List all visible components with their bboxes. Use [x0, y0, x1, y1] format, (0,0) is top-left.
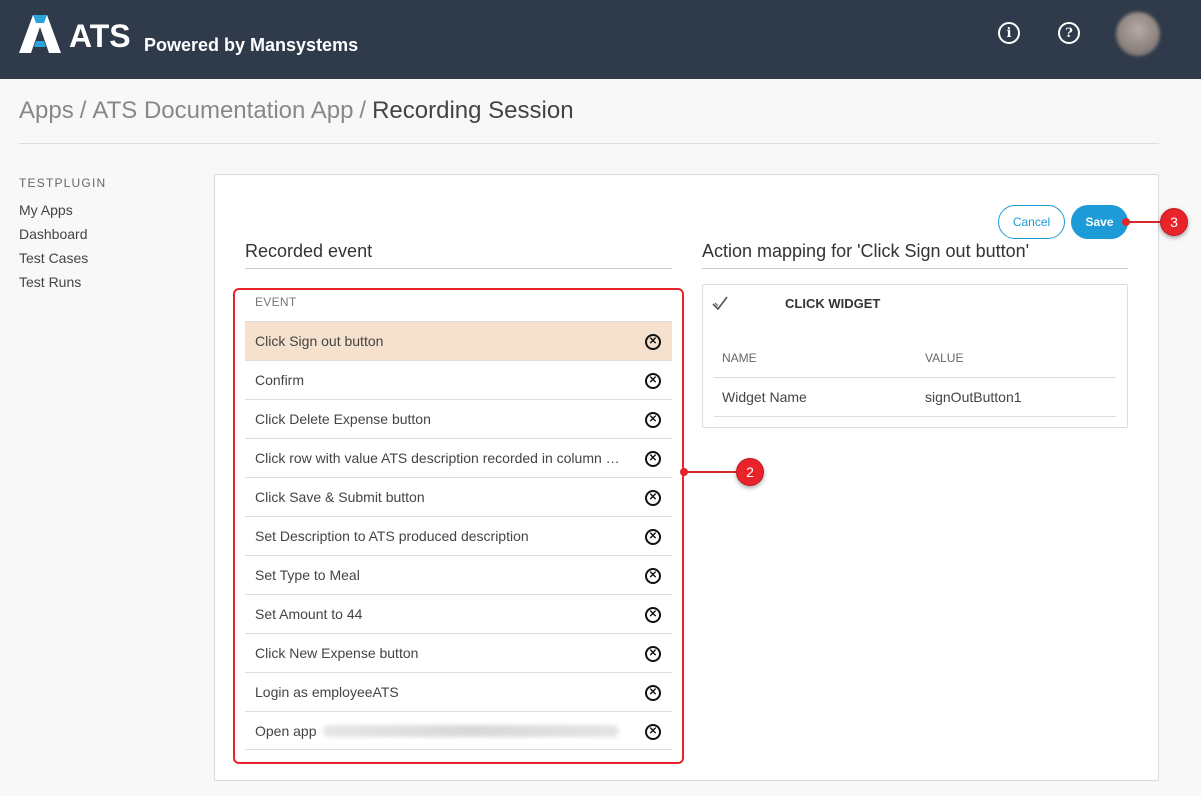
breadcrumb: Apps / ATS Documentation App / Recording Ses…	[19, 97, 574, 125]
breadcrumb-app[interactable]: ATS Documentation App	[92, 97, 353, 124]
breadcrumb-separator: /	[79, 97, 87, 124]
annotation-line	[684, 471, 737, 473]
info-icon[interactable]: i	[998, 22, 1020, 44]
action-mapping-divider	[702, 268, 1128, 269]
brand-tagline: Powered by Mansystems	[144, 35, 359, 55]
brand-name[interactable]: ATS	[69, 17, 131, 55]
action-mapping-card	[702, 284, 1128, 428]
annotation-highlight-box	[233, 288, 684, 764]
breadcrumb-separator: /	[359, 97, 367, 124]
mapping-cell-name: Widget Name	[722, 389, 807, 405]
annotation-badge-3: 3	[1160, 208, 1188, 236]
ats-logo-icon[interactable]	[19, 15, 61, 53]
cancel-button[interactable]: Cancel	[998, 205, 1065, 239]
checkmark-icon	[712, 296, 728, 311]
annotation-badge-2: 2	[736, 458, 764, 486]
sidebar-title: TESTPLUGIN	[19, 176, 107, 190]
mapping-type-label: CLICK WIDGET	[785, 296, 881, 311]
breadcrumb-current: Recording Session	[372, 97, 574, 124]
sidebar-item-dashboard[interactable]: Dashboard	[19, 225, 88, 249]
sidebar-item-test-runs[interactable]: Test Runs	[19, 273, 88, 297]
column-header-value: VALUE	[925, 351, 964, 365]
action-mapping-title: Action mapping for 'Click Sign out butto…	[702, 241, 1030, 261]
column-header-name: NAME	[722, 351, 757, 365]
sidebar-item-test-cases[interactable]: Test Cases	[19, 249, 88, 273]
breadcrumb-divider	[19, 143, 1159, 144]
breadcrumb-apps[interactable]: Apps	[19, 97, 74, 124]
table-divider	[714, 416, 1116, 417]
save-button[interactable]: Save	[1071, 205, 1128, 239]
sidebar-nav: My Apps Dashboard Test Cases Test Runs	[19, 201, 88, 297]
table-divider	[714, 377, 1116, 378]
user-avatar[interactable]	[1116, 12, 1160, 56]
annotation-line	[1126, 221, 1161, 223]
mapping-cell-value[interactable]: signOutButton1	[925, 389, 1022, 405]
recorded-event-title: Recorded event	[245, 241, 373, 261]
sidebar-item-my-apps[interactable]: My Apps	[19, 201, 88, 225]
recorded-event-divider	[245, 268, 672, 269]
help-icon[interactable]: ?	[1058, 22, 1080, 44]
